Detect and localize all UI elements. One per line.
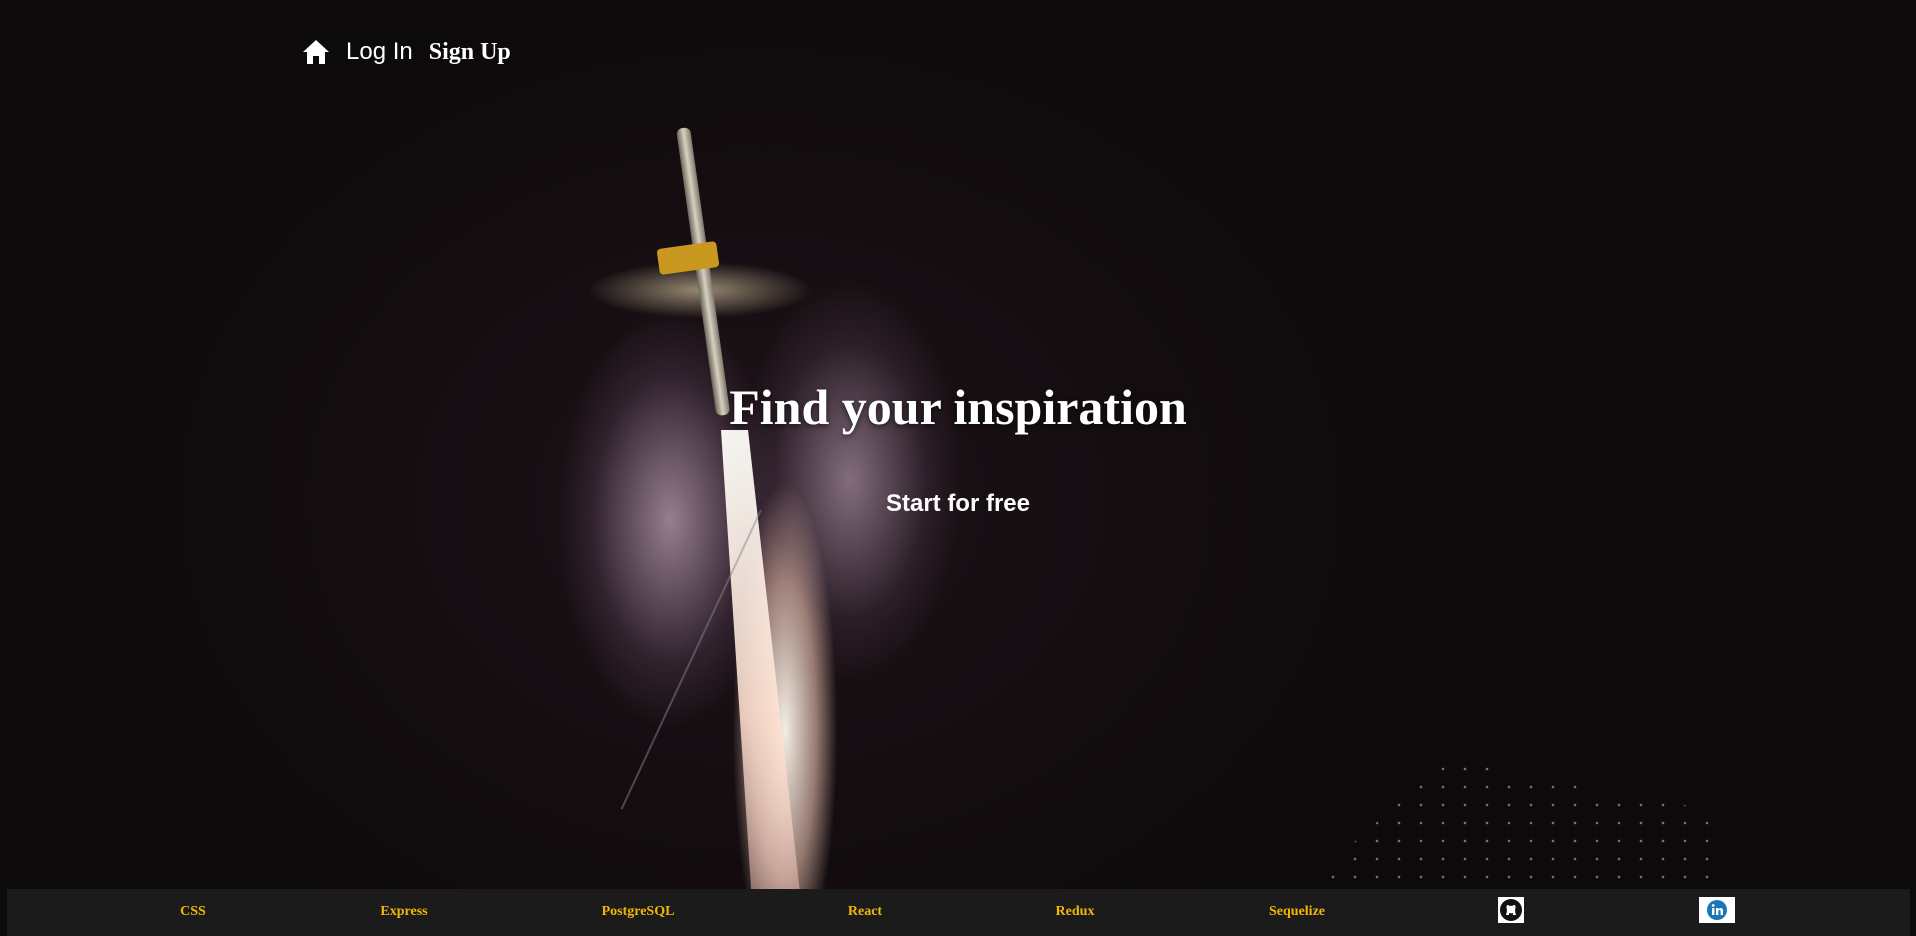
github-icon[interactable] — [1498, 897, 1524, 928]
footer-link-express[interactable]: Express — [380, 904, 427, 920]
home-icon[interactable] — [302, 38, 330, 66]
footer-link-react[interactable]: React — [848, 904, 882, 920]
hero-background-image — [0, 0, 1916, 936]
footer-bar: CSS Express PostgreSQL React Redux Seque… — [7, 889, 1910, 936]
login-link[interactable]: Log In — [346, 38, 413, 66]
hero-headline: Find your inspiration — [729, 379, 1187, 435]
footer-link-sequelize[interactable]: Sequelize — [1269, 904, 1325, 920]
start-for-free-button[interactable]: Start for free — [0, 490, 1916, 518]
top-nav: Log In Sign Up — [302, 34, 511, 70]
linkedin-icon[interactable] — [1699, 897, 1735, 928]
footer-link-css[interactable]: CSS — [180, 904, 206, 920]
footer-link-redux[interactable]: Redux — [1056, 904, 1095, 920]
footer-link-postgresql[interactable]: PostgreSQL — [602, 904, 675, 920]
spark-particles — [1300, 760, 1720, 890]
signup-link[interactable]: Sign Up — [429, 39, 511, 66]
